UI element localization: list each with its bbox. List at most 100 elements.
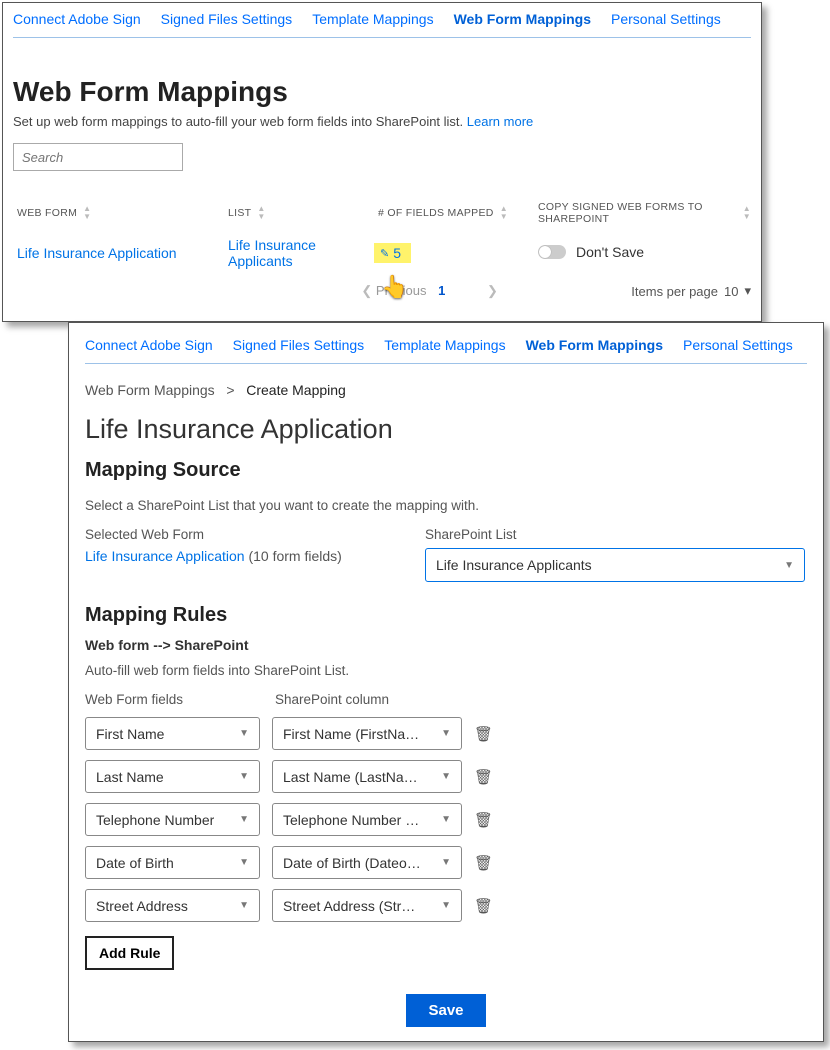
sort-icon: ▲▼	[257, 205, 265, 221]
chevron-right-icon[interactable]: ❯	[487, 283, 498, 298]
caret-down-icon: ▼	[784, 560, 794, 571]
caret-down-icon: ▼	[239, 728, 249, 739]
tab-template-mappings[interactable]: Template Mappings	[312, 11, 433, 27]
dropdown-value: Street Address (StreetAd…	[283, 898, 423, 914]
panel-mapping-list: Connect Adobe Sign Signed Files Settings…	[2, 2, 762, 322]
learn-more-link[interactable]: Learn more	[467, 114, 533, 129]
mapping-source-heading: Mapping Source	[85, 459, 807, 482]
save-row: Save	[85, 994, 807, 1027]
trash-icon[interactable]: 🗑	[474, 897, 493, 915]
caret-down-icon: ▼	[441, 728, 451, 739]
tab-signed-files[interactable]: Signed Files Settings	[233, 337, 365, 353]
mapping-rules-desc: Auto-fill web form fields into SharePoin…	[85, 663, 807, 678]
selected-web-form-suffix: (10 form fields)	[245, 548, 342, 564]
caret-down-icon: ▾	[744, 283, 751, 299]
cell-list-link[interactable]: Life Insurance Applicants	[228, 237, 378, 269]
pencil-icon: ✎	[380, 247, 389, 260]
rule-row: Street Address ▼ Street Address (StreetAd……	[85, 889, 807, 922]
trash-icon[interactable]: 🗑	[474, 854, 493, 872]
pager-current: 1	[438, 283, 445, 298]
cell-count: ✎ 5	[378, 243, 538, 263]
tab-template-mappings[interactable]: Template Mappings	[384, 337, 505, 353]
tab-signed-files[interactable]: Signed Files Settings	[161, 11, 293, 27]
col-header-count[interactable]: # OF FIELDS MAPPED ▲▼	[378, 201, 538, 225]
page-subtitle: Set up web form mappings to auto-fill yo…	[13, 114, 751, 129]
tab-web-form-mappings[interactable]: Web Form Mappings	[526, 337, 663, 353]
webform-field-dropdown[interactable]: First Name▼	[85, 717, 260, 750]
dropdown-value: Telephone Number (Tele…	[283, 812, 423, 828]
webform-field-dropdown[interactable]: Last Name▼	[85, 760, 260, 793]
col-header-copy[interactable]: COPY SIGNED WEB FORMS TO SHAREPOINT ▲▼	[538, 201, 751, 225]
mapping-rules-subhead: Web form --> SharePoint	[85, 637, 807, 653]
search-input[interactable]	[13, 143, 183, 171]
caret-down-icon: ▼	[441, 814, 451, 825]
selected-web-form-label: Selected Web Form	[85, 527, 385, 542]
page-title: Web Form Mappings	[13, 76, 751, 108]
items-per-page[interactable]: Items per page 10 ▾	[631, 283, 751, 299]
caret-down-icon: ▼	[441, 771, 451, 782]
tab-bar: Connect Adobe Sign Signed Files Settings…	[13, 11, 751, 27]
sort-icon: ▲▼	[743, 205, 751, 221]
dropdown-value: Date of Birth (DateofBirth)	[283, 855, 423, 871]
sharepoint-column-dropdown[interactable]: Telephone Number (Tele… ▼	[272, 803, 462, 836]
sharepoint-column-dropdown[interactable]: Date of Birth (DateofBirth) ▼	[272, 846, 462, 879]
caret-down-icon: ▼	[239, 900, 249, 911]
tab-divider	[85, 363, 807, 364]
copy-toggle[interactable]: Don't Save	[538, 244, 644, 260]
sharepoint-column-dropdown[interactable]: Street Address (StreetAd…▼	[272, 889, 462, 922]
col-header-webform-label: WEB FORM	[17, 207, 77, 219]
sharepoint-column-dropdown[interactable]: First Name (FirstName)▼	[272, 717, 462, 750]
webform-field-dropdown[interactable]: Telephone Number ▼	[85, 803, 260, 836]
form-title: Life Insurance Application	[85, 414, 807, 445]
tab-connect[interactable]: Connect Adobe Sign	[13, 11, 141, 27]
rule-row: Last Name▼ Last Name (LastName)▼ 🗑	[85, 760, 807, 793]
dropdown-value: Telephone Number	[96, 812, 214, 828]
add-rule-button[interactable]: Add Rule	[85, 936, 174, 970]
tab-web-form-mappings[interactable]: Web Form Mappings	[454, 11, 591, 27]
selected-web-form-value: Life Insurance Application (10 form fiel…	[85, 548, 385, 564]
rule-row: First Name▼ First Name (FirstName)▼ 🗑	[85, 717, 807, 750]
tab-divider	[13, 37, 751, 38]
ipp-value: 10	[724, 284, 738, 299]
trash-icon[interactable]: 🗑	[474, 811, 493, 829]
rules-col-sharepoint: SharePoint column	[275, 692, 475, 707]
tab-personal-settings[interactable]: Personal Settings	[611, 11, 721, 27]
dropdown-value: Life Insurance Applicants	[436, 557, 592, 573]
sharepoint-list-dropdown[interactable]: Life Insurance Applicants ▼	[425, 548, 805, 582]
col-header-list[interactable]: LIST ▲▼	[228, 201, 378, 225]
rules-list: First Name▼First Name (FirstName)▼🗑Last …	[85, 717, 807, 922]
selected-web-form-link[interactable]: Life Insurance Application	[85, 548, 245, 564]
cell-webform-link[interactable]: Life Insurance Application	[13, 245, 228, 261]
subtitle-text: Set up web form mappings to auto-fill yo…	[13, 114, 467, 129]
trash-icon[interactable]: 🗑	[474, 768, 493, 786]
webform-field-dropdown[interactable]: Date of Birth ▼	[85, 846, 260, 879]
sharepoint-column-dropdown[interactable]: Last Name (LastName)▼	[272, 760, 462, 793]
mapping-source-row: Selected Web Form Life Insurance Applica…	[85, 527, 807, 582]
dropdown-value: Date of Birth	[96, 855, 174, 871]
sort-icon: ▲▼	[500, 205, 508, 221]
caret-down-icon: ▼	[239, 814, 249, 825]
pager-previous[interactable]: Previous	[376, 283, 427, 298]
col-header-webform[interactable]: WEB FORM ▲▼	[13, 201, 228, 225]
tab-personal-settings[interactable]: Personal Settings	[683, 337, 793, 353]
webform-field-dropdown[interactable]: Street Address ▼	[85, 889, 260, 922]
caret-down-icon: ▼	[239, 857, 249, 868]
count-value: 5	[393, 245, 401, 261]
save-button[interactable]: Save	[406, 994, 485, 1027]
breadcrumb-current: Create Mapping	[246, 382, 346, 398]
selected-web-form-block: Selected Web Form Life Insurance Applica…	[85, 527, 385, 582]
caret-down-icon: ▼	[441, 857, 451, 868]
sharepoint-list-block: SharePoint List Life Insurance Applicant…	[425, 527, 805, 582]
sort-icon: ▲▼	[83, 205, 91, 221]
chevron-left-icon[interactable]: ❮	[361, 283, 372, 298]
mapping-source-desc: Select a SharePoint List that you want t…	[85, 498, 807, 513]
breadcrumb-root[interactable]: Web Form Mappings	[85, 382, 215, 398]
dropdown-value: Street Address	[96, 898, 188, 914]
ipp-label: Items per page	[631, 284, 718, 299]
panel-create-mapping: Connect Adobe Sign Signed Files Settings…	[68, 322, 824, 1042]
tab-connect[interactable]: Connect Adobe Sign	[85, 337, 213, 353]
trash-icon[interactable]: 🗑	[474, 725, 493, 743]
col-header-copy-label: COPY SIGNED WEB FORMS TO SHAREPOINT	[538, 201, 737, 225]
count-highlight[interactable]: ✎ 5	[374, 243, 411, 263]
cell-copy: Don't Save	[538, 244, 751, 262]
